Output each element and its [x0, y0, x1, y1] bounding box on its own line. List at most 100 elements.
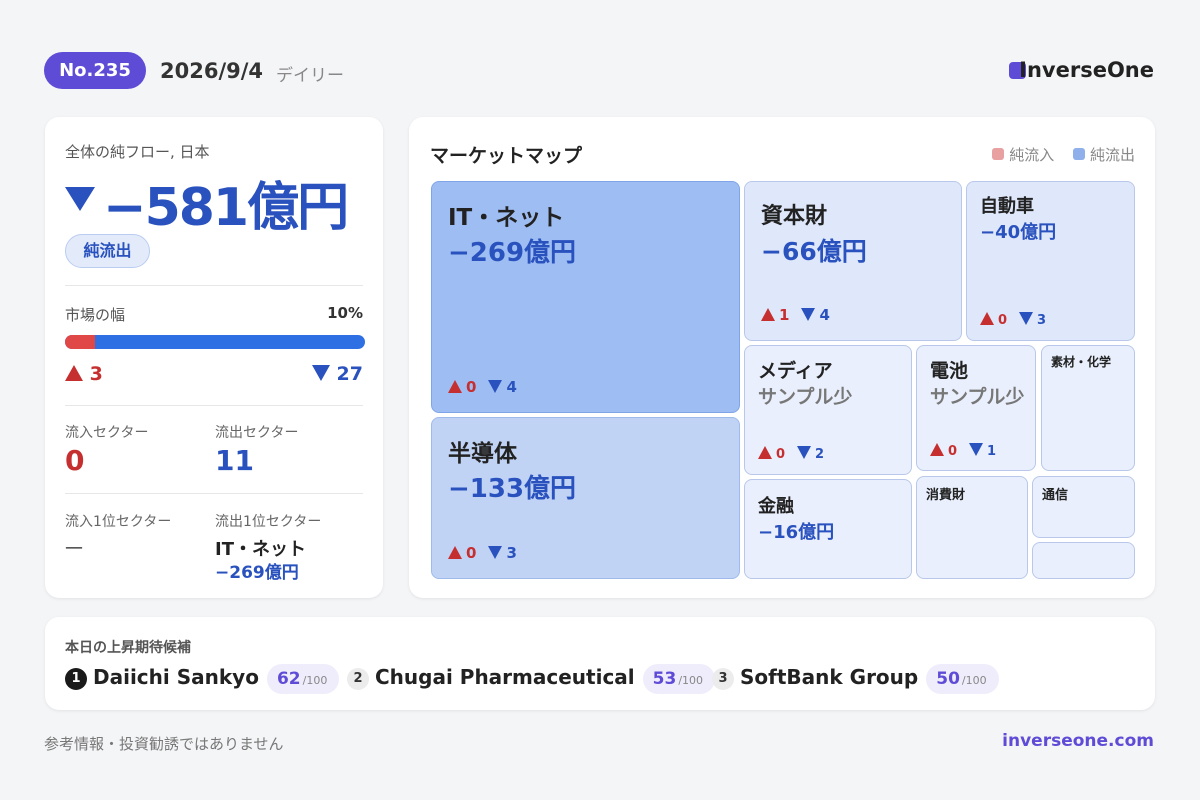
tile-automobile[interactable]: 自動車 −40億円 03	[966, 181, 1135, 341]
legend-inflow-label: 純流入	[1009, 146, 1055, 164]
advancers-value: 3	[89, 363, 103, 385]
down-triangle-icon	[488, 380, 503, 393]
decliners-count: 27	[311, 363, 363, 385]
tile-capital-goods[interactable]: 資本財 −66億円 14	[744, 181, 962, 341]
rank-badge: 1	[65, 668, 87, 690]
tile-value: −40億円	[980, 222, 1057, 243]
tile-telecom[interactable]: 通信	[1032, 476, 1135, 538]
top-inflow-sector: —	[65, 537, 83, 558]
tile-name: 自動車	[980, 196, 1034, 217]
market-map-title: マーケットマップ	[430, 145, 583, 167]
breadth-bar-fill	[65, 335, 95, 349]
tile-name: メディア	[758, 360, 833, 382]
tile-down-count: 3	[1037, 313, 1047, 328]
up-triangle-icon	[65, 365, 83, 381]
tile-name: 半導体	[448, 441, 517, 467]
pick-item[interactable]: 1 Daiichi Sankyo 62/100	[65, 664, 340, 694]
breadth-label: 市場の幅	[65, 306, 126, 324]
tile-up-count: 0	[998, 313, 1008, 328]
tile-battery[interactable]: 電池 サンプル少 0 1	[916, 345, 1036, 471]
score-max: /100	[961, 674, 987, 687]
site-link[interactable]: inverseone.com	[1002, 731, 1154, 751]
score-max: /100	[302, 674, 328, 687]
divider	[65, 493, 363, 494]
tile-unlabeled[interactable]	[1032, 542, 1135, 579]
up-triangle-icon	[448, 546, 462, 559]
up-triangle-icon	[980, 312, 994, 325]
tile-counts: 03	[448, 544, 517, 562]
tile-up-count: 1	[779, 306, 790, 324]
legend-outflow-swatch	[1072, 148, 1085, 160]
market-map-card: マーケットマップ 純流入 純流出 IT・ネット −269億円 04 半導体 −1…	[409, 117, 1155, 598]
up-triangle-icon	[930, 443, 944, 456]
down-triangle-icon	[797, 446, 812, 459]
tile-name: 素材・化学	[1051, 355, 1112, 369]
up-triangle-icon	[758, 446, 772, 459]
tile-finance[interactable]: 金融 −16億円	[744, 479, 912, 579]
decliners-value: 27	[336, 363, 363, 385]
tile-semiconductor[interactable]: 半導体 −133億円 03	[431, 417, 740, 579]
tile-value: −66億円	[761, 237, 867, 266]
brand-name: InverseOne	[1019, 58, 1154, 82]
tile-counts: 04	[448, 378, 517, 396]
tile-value: サンプル少	[930, 386, 1025, 408]
score-value: 53	[652, 669, 677, 689]
tile-name: 通信	[1042, 488, 1069, 503]
tile-name: 資本財	[761, 204, 828, 229]
report-frequency: デイリー	[276, 66, 344, 86]
net-outflow-badge: 純流出	[65, 234, 150, 268]
picks-title: 本日の上昇期待候補	[65, 640, 191, 656]
divider	[65, 285, 363, 286]
summary-card: 全体の純フロー, 日本 −581億円 純流出 市場の幅 10% 3 27 流入セ…	[45, 117, 383, 598]
pick-item[interactable]: 2 Chugai Pharmaceutical 53/100	[347, 664, 716, 694]
divider	[65, 405, 363, 406]
tile-up-count: 0	[466, 378, 477, 396]
score-max: /100	[678, 674, 704, 687]
inflow-sectors-count: 0	[65, 444, 85, 477]
rank-badge: 2	[347, 668, 369, 690]
pick-item[interactable]: 3 SoftBank Group 50/100	[712, 664, 999, 694]
tile-down-count: 4	[819, 306, 830, 324]
tile-materials-chemicals[interactable]: 素材・化学	[1041, 345, 1135, 471]
score-pill: 53/100	[642, 664, 716, 694]
tile-up-count: 0	[466, 544, 477, 562]
down-triangle-icon	[801, 308, 816, 321]
tile-name: 消費財	[926, 488, 966, 503]
score-value: 62	[276, 669, 301, 689]
pick-name: SoftBank Group	[740, 665, 919, 689]
market-map-legend: 純流入 純流出	[992, 144, 1135, 165]
tile-value: −133億円	[448, 474, 577, 504]
legend-outflow-label: 純流出	[1089, 146, 1135, 164]
tile-media[interactable]: メディア サンプル少 02	[744, 345, 912, 475]
tile-name: 電池	[930, 360, 969, 382]
inflow-sectors-label: 流入セクター	[65, 425, 149, 441]
down-triangle-icon	[1019, 312, 1034, 325]
outflow-sectors-label: 流出セクター	[215, 425, 299, 441]
top-picks-card: 本日の上昇期待候補 1 Daiichi Sankyo 62/100 2 Chugai …	[45, 617, 1155, 710]
tile-down-count: 1	[987, 444, 997, 459]
up-triangle-icon	[448, 380, 462, 393]
rank-badge: 3	[712, 668, 734, 690]
tile-up-count: 0	[948, 444, 958, 459]
report-date: 2026/9/4	[160, 59, 264, 83]
net-flow-label: 全体の純フロー, 日本	[65, 143, 210, 161]
disclaimer: 参考情報・投資勧誘ではありません	[44, 735, 284, 753]
tile-counts: 03	[980, 312, 1046, 328]
breadth-bar	[65, 335, 365, 349]
tile-consumer-goods[interactable]: 消費財	[916, 476, 1028, 579]
header: No.235 2026/9/4 デイリー InverseOne	[44, 52, 1156, 90]
top-outflow-sector-value: −269億円	[215, 563, 299, 583]
tile-counts: 14	[761, 306, 830, 324]
outflow-sectors-count: 11	[215, 444, 254, 477]
score-value: 50	[936, 669, 960, 689]
advancers-count: 3	[65, 363, 103, 385]
issue-badge: No.235	[44, 52, 146, 89]
tile-value: −16億円	[758, 522, 835, 543]
tile-down-count: 3	[506, 544, 517, 562]
down-arrow-icon	[65, 187, 95, 211]
legend-inflow-swatch	[992, 148, 1005, 160]
tile-value: サンプル少	[758, 386, 853, 408]
top-inflow-label: 流入1位セクター	[65, 514, 172, 530]
tile-it-net[interactable]: IT・ネット −269億円 04	[431, 181, 740, 413]
breadth-percent: 10%	[327, 304, 363, 322]
